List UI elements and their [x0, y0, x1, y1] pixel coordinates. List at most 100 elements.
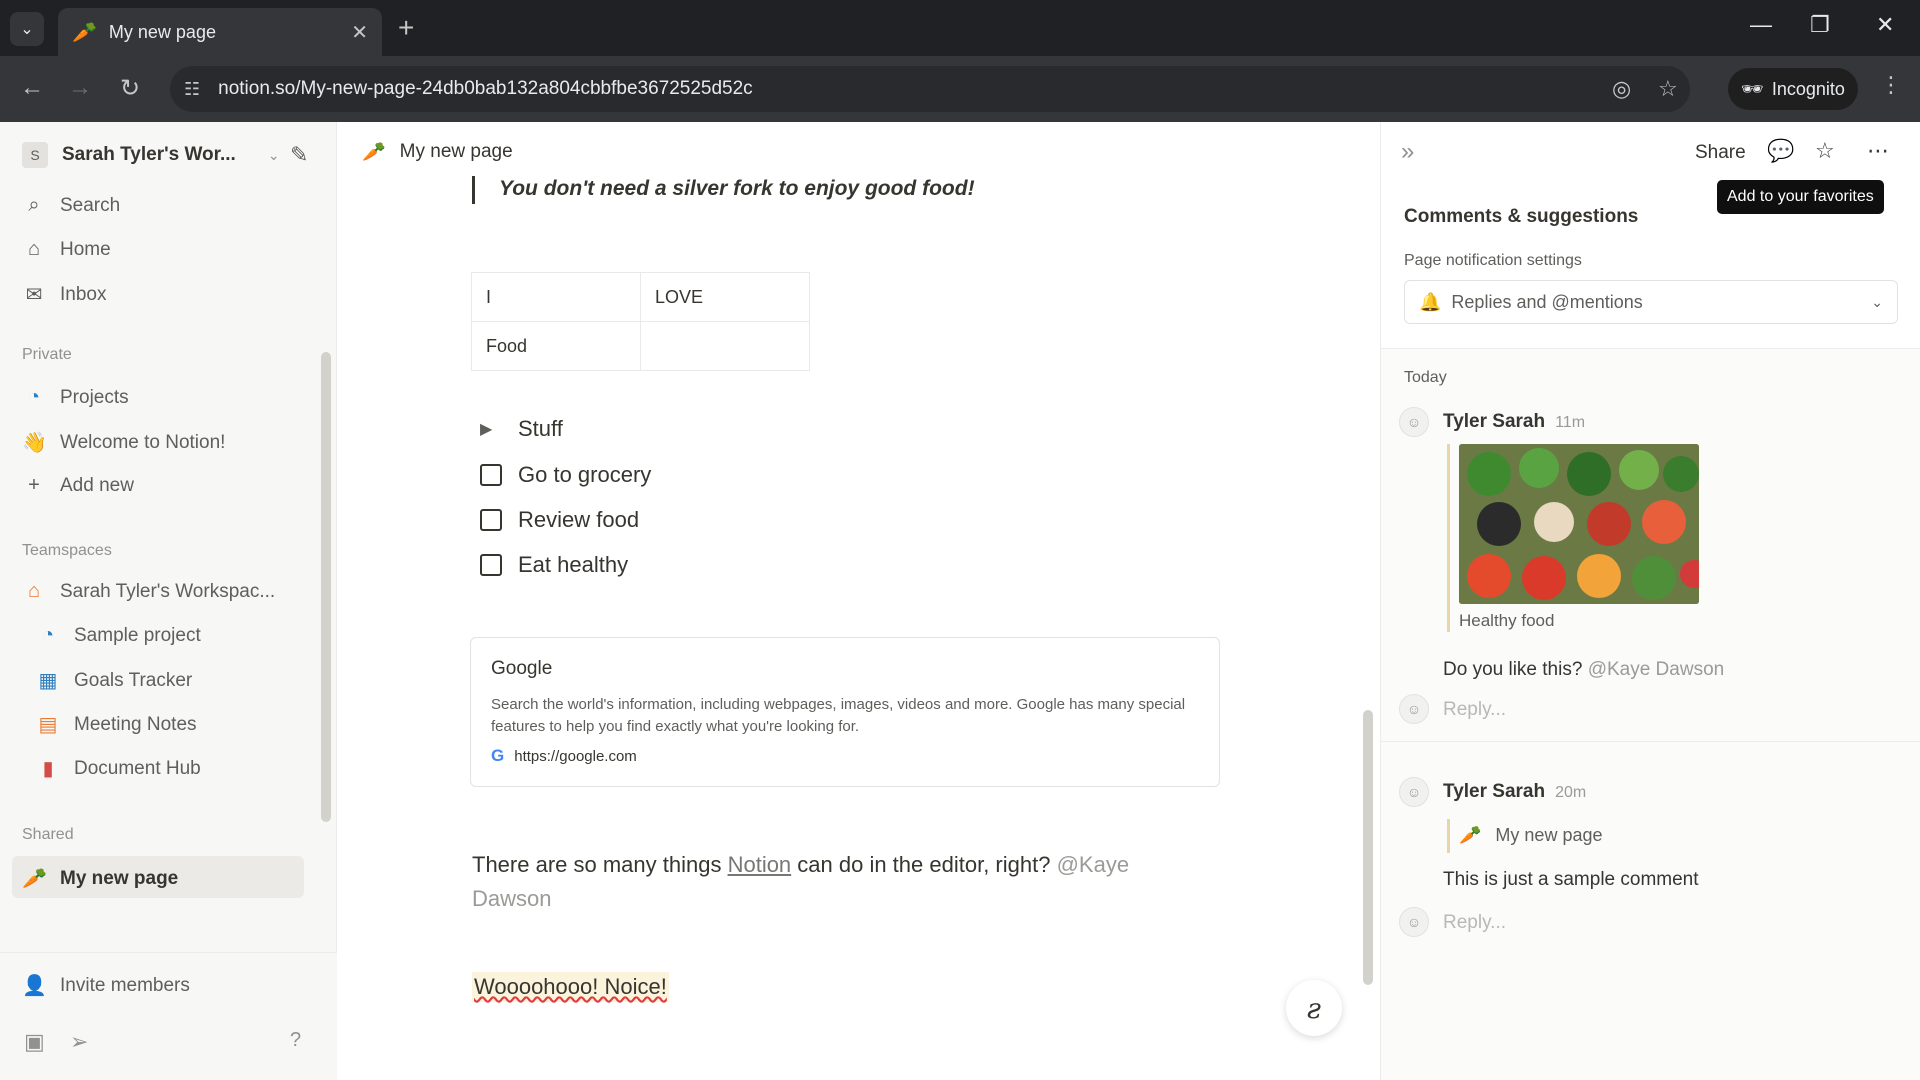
eye-off-icon[interactable]: ◎	[1612, 76, 1631, 102]
author-name: Tyler Sarah	[1443, 781, 1546, 802]
close-window-icon[interactable]: ✕	[1876, 12, 1894, 38]
site-settings-icon[interactable]: ☷	[184, 79, 200, 100]
minimize-icon[interactable]: —	[1750, 12, 1772, 38]
send-icon[interactable]: ➢	[70, 1029, 88, 1055]
sidebar-item-my-new-page[interactable]: 🥕 My new page	[22, 866, 178, 891]
todo-item[interactable]: Go to grocery	[480, 462, 651, 488]
bell-icon: 🔔	[1419, 291, 1442, 312]
comments-panel: » Share 💬 ☆ ⋯ Add to your favorites Comm…	[1380, 122, 1920, 1080]
favorite-star-icon[interactable]: ☆	[1815, 138, 1835, 164]
inbox-icon: ✉	[25, 284, 43, 306]
ai-face-icon: ꙅ	[1306, 991, 1322, 1025]
highlighted-text[interactable]: Woooohooo! Noice!	[472, 972, 669, 1002]
plus-icon: +	[28, 474, 40, 496]
table-cell[interactable]: Food	[471, 321, 641, 371]
search-icon: ⌕	[28, 194, 40, 216]
sidebar-scrollbar[interactable]	[321, 352, 331, 822]
todo-item[interactable]: Eat healthy	[480, 552, 628, 578]
carrot-icon: 🥕	[362, 142, 386, 163]
breadcrumb[interactable]: 🥕 My new page	[362, 140, 513, 164]
share-button[interactable]: Share	[1695, 142, 1746, 164]
sidebar-item-label: Inbox	[60, 283, 107, 305]
referenced-page[interactable]: 🥕 My new page	[1459, 825, 1602, 846]
bookmark-card[interactable]: Google Search the world's information, i…	[470, 637, 1220, 787]
tab-search-button[interactable]: ⌄	[10, 12, 44, 46]
todo-checkbox[interactable]	[480, 554, 502, 576]
notification-select[interactable]: 🔔 Replies and @mentions ⌄	[1404, 280, 1898, 324]
sidebar-item-goals-tracker[interactable]: ▦ Goals Tracker	[36, 668, 193, 693]
notion-link[interactable]: Notion	[728, 852, 792, 877]
comment-time: 20m	[1555, 784, 1587, 801]
back-icon[interactable]: ←	[20, 74, 44, 102]
sidebar-item-label: My new page	[60, 867, 179, 889]
browser-menu-icon[interactable]: ⋮	[1880, 72, 1902, 98]
sidebar: S Sarah Tyler's Wor... ⌄ ✎ ⌕ Search ⌂ Ho…	[0, 122, 337, 1080]
reply-input[interactable]: Reply...	[1443, 912, 1506, 934]
avatar: ☺	[1399, 694, 1429, 724]
address-bar[interactable]: ☷ notion.so/My-new-page-24db0bab132a804c…	[170, 66, 1690, 112]
browser-tab[interactable]: 🥕 My new page ✕	[58, 8, 382, 56]
reply-input[interactable]: Reply...	[1443, 699, 1506, 721]
main-scrollbar[interactable]	[1363, 710, 1373, 985]
invite-members-button[interactable]: 👤 Invite members	[22, 973, 190, 998]
todo-item[interactable]: Review food	[480, 507, 639, 533]
sidebar-item-meeting-notes[interactable]: ▤ Meeting Notes	[36, 712, 197, 737]
forward-icon[interactable]: →	[68, 74, 92, 102]
restore-icon[interactable]: ❐	[1810, 12, 1830, 38]
private-section-header: Private	[22, 346, 72, 363]
sidebar-item-label: Search	[60, 194, 121, 216]
food-image[interactable]	[1459, 444, 1699, 604]
bookmark-url-row: G https://google.com	[491, 746, 1199, 766]
bookmark-title: Google	[491, 658, 553, 679]
sidebar-item-projects[interactable]: ◔ Projects	[22, 386, 129, 409]
workspace-avatar: S	[22, 142, 48, 168]
reload-icon[interactable]: ↻	[120, 74, 140, 103]
notification-value: Replies and @mentions	[1451, 291, 1643, 312]
add-person-icon: 👤	[22, 975, 47, 997]
chevron-down-icon: ⌄	[1871, 293, 1883, 310]
sidebar-item-search[interactable]: ⌕ Search	[22, 194, 120, 217]
new-tab-button[interactable]: +	[398, 12, 414, 44]
close-icon[interactable]: ✕	[351, 20, 368, 45]
todo-label: Review food	[518, 507, 640, 532]
avatar: ☺	[1399, 907, 1429, 937]
wave-hand-icon: 👋	[22, 432, 47, 454]
sidebar-item-inbox[interactable]: ✉ Inbox	[22, 282, 107, 307]
sidebar-item-home[interactable]: ⌂ Home	[22, 238, 111, 261]
sidebar-item-welcome[interactable]: 👋 Welcome to Notion!	[22, 430, 225, 455]
todo-checkbox[interactable]	[480, 509, 502, 531]
document-icon: ▮	[42, 758, 54, 780]
chevron-down-icon: ⌄	[20, 21, 34, 38]
table-cell[interactable]: LOVE	[640, 272, 810, 322]
avatar: ☺	[1399, 407, 1429, 437]
sidebar-item-label: Goals Tracker	[74, 669, 193, 691]
workspace-switcher[interactable]: S Sarah Tyler's Wor... ⌄	[22, 142, 280, 168]
user-mention[interactable]: @Kaye Dawson	[1588, 659, 1725, 680]
paragraph-text: can do in the editor, right?	[791, 852, 1057, 877]
divider	[1381, 741, 1920, 742]
bookmark-star-icon[interactable]: ☆	[1658, 76, 1678, 102]
toggle-label: Stuff	[518, 416, 563, 441]
comment-icon[interactable]: 💬	[1767, 138, 1794, 164]
todo-checkbox[interactable]	[480, 464, 502, 486]
double-chevron-right-icon[interactable]: »	[1401, 138, 1414, 166]
carrot-icon: 🥕	[72, 21, 97, 44]
table-cell[interactable]: I	[471, 272, 641, 322]
ai-assistant-button[interactable]: ꙅ	[1286, 980, 1342, 1036]
table-cell[interactable]	[640, 321, 810, 371]
quote-block[interactable]: You don't need a silver fork to enjoy go…	[472, 176, 975, 204]
help-icon[interactable]: ?	[290, 1029, 301, 1052]
incognito-badge[interactable]: 🕶 Incognito	[1728, 68, 1858, 110]
sidebar-item-teamspace[interactable]: ⌂ Sarah Tyler's Workspac...	[22, 580, 275, 603]
sidebar-add-new[interactable]: + Add new	[22, 474, 134, 497]
sidebar-item-document-hub[interactable]: ▮ Document Hub	[36, 756, 200, 781]
new-page-icon[interactable]: ✎	[290, 142, 308, 168]
templates-icon[interactable]: ▣	[24, 1029, 45, 1055]
browser-tab-bar: ⌄ 🥕 My new page ✕ + — ❐ ✕	[0, 0, 1920, 56]
simple-table[interactable]: I LOVE Food	[471, 272, 810, 371]
more-icon[interactable]: ⋯	[1867, 138, 1889, 164]
sidebar-item-sample-project[interactable]: ◔ Sample project	[36, 624, 201, 647]
toggle-block[interactable]: ▶ Stuff	[480, 416, 563, 442]
paragraph-block[interactable]: There are so many things Notion can do i…	[472, 848, 1192, 916]
toggle-triangle-icon[interactable]: ▶	[480, 419, 502, 439]
